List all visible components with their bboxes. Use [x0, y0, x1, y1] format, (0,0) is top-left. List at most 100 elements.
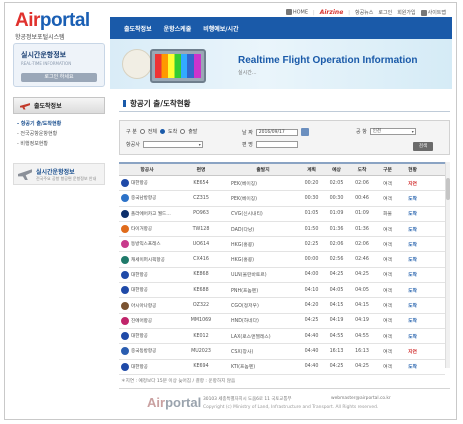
side-menu-title: 출도착정보 [34, 103, 62, 110]
table-scrollbar[interactable] [445, 162, 450, 368]
airline-logo-icon [121, 286, 129, 295]
topnav-separator: | [313, 9, 315, 16]
side-menu-header[interactable]: 출도착정보 [13, 97, 105, 114]
radio-arrival[interactable] [160, 129, 165, 134]
type-cell: 화물 [383, 212, 392, 218]
topnav-separator: | [348, 9, 350, 16]
sitemap-icon [420, 9, 427, 16]
col-header-origin: 출발지 [256, 168, 270, 173]
footer-address: 30103 세종특별자치시 도움6로 11 국토교통부 [203, 397, 292, 402]
flight-number-cell[interactable]: CZ315 [175, 191, 227, 205]
realtime-link-box[interactable]: 실시간운항정보 전국주요 공항 항공편 운항정보 안내 [13, 163, 105, 185]
type-cell: 여객 [383, 288, 392, 294]
origin-cell: HKG(홍콩) [231, 242, 255, 248]
flight-number-cell[interactable]: OZ322 [175, 298, 227, 312]
airline-cell: 대한항공 [119, 283, 175, 297]
flight-number-cell[interactable]: KE688 [175, 283, 227, 297]
main-banner: Realtime Flight Operation Information 실시… [110, 39, 452, 89]
flight-number-cell[interactable]: UO614 [175, 237, 227, 251]
side-menu-item-flight-info[interactable]: - 비행정보현황 [17, 139, 105, 149]
status-cell: 도착 [408, 273, 417, 279]
airline-logo-icon [121, 270, 129, 279]
gnb-menu-forecast[interactable]: 비행예보/시간 [203, 24, 238, 33]
side-menu-item-arrivals[interactable]: - 항공기 출/도착현황 [17, 119, 105, 129]
airline-name: 중국남방항공 [131, 196, 157, 202]
table-row: 동방익스프레스 UO614 HKG(홍콩) 02:25 02:06 02:06 여객 도착 [119, 237, 445, 253]
table-row: 대한항공 KE688 PNH(프놈펜) 04:10 04:05 04:05 여객 도착 [119, 283, 445, 299]
airline-name: 대한항공 [131, 181, 148, 187]
logo-subtitle: 항공정보포털시스템 [15, 34, 65, 41]
airplane-icon [20, 103, 30, 110]
estimated-time-cell: 04:25 [329, 272, 344, 278]
airline-cell: 중국동방항공 [119, 344, 175, 358]
status-cell: 도착 [408, 334, 417, 340]
type-cell: 여객 [383, 365, 392, 371]
origin-cell: CGO(정저우) [231, 304, 259, 310]
status-cell: 지연 [408, 181, 417, 187]
table-row: 대한항공 KE694 KTI(프놈펜) 04:40 04:25 04:25 여객 도착 [119, 360, 445, 375]
airline-cell: 대한항공 [119, 176, 175, 190]
planned-time-cell: 04:40 [304, 348, 319, 354]
scrollbar-thumb[interactable] [446, 178, 450, 200]
planned-time-cell: 04:20 [304, 303, 319, 309]
col-header-est: 예상 [332, 168, 341, 173]
airline-cell: 아시아나항공 [119, 298, 175, 312]
origin-cell: DAD(다낭) [231, 227, 255, 233]
planned-time-cell: 04:00 [304, 272, 319, 278]
type-label: 구 분 [126, 129, 137, 135]
airline-logo-icon [121, 194, 129, 203]
status-cell: 지연 [408, 349, 417, 355]
topnav-home[interactable]: HOME [285, 9, 308, 16]
table-row: 타이거항공 TW128 DAD(다낭) 01:50 01:36 01:36 여객 도착 [119, 222, 445, 238]
airline-name: 캐세이퍼시픽항공 [131, 257, 165, 263]
site-logo[interactable]: Airportal 항공정보포털시스템 [15, 11, 107, 45]
origin-cell: ULN(울란바토르) [231, 273, 267, 279]
flight-number-cell[interactable]: MM1069 [175, 314, 227, 328]
flight-input[interactable] [255, 141, 298, 148]
status-cell: 도착 [408, 227, 417, 233]
radio-departure-label: 출발 [188, 129, 198, 135]
flight-number-cell[interactable]: CX416 [175, 252, 227, 266]
flight-number-cell[interactable]: MU2023 [175, 344, 227, 358]
topnav-news[interactable]: 항공뉴스 [355, 9, 373, 16]
topnav-login[interactable]: 로그인 [378, 9, 392, 16]
flight-number-cell[interactable]: KE694 [175, 360, 227, 374]
status-cell: 도착 [408, 304, 417, 310]
table-row: 폴라에어카고 월드와이드 PO963 CVG(신시내티) 01:05 01:09 01:0… [119, 207, 445, 222]
calendar-icon[interactable] [300, 128, 309, 136]
date-input[interactable]: 2016/09/17 [255, 128, 298, 136]
planned-time-cell: 04:25 [304, 318, 319, 324]
origin-cell: KTI(프놈펜) [231, 365, 256, 371]
flight-number-cell[interactable]: PO963 [175, 207, 227, 221]
airline-logo-icon [121, 179, 129, 188]
flight-number-cell[interactable]: KE012 [175, 329, 227, 343]
status-cell: 도착 [408, 258, 417, 264]
topnav-airzine[interactable]: Airzine [320, 9, 344, 16]
status-cell: 도착 [408, 196, 417, 202]
topnav-join[interactable]: 회원가입 [397, 9, 415, 16]
footer-email[interactable]: webmaster@airportal.co.kr [331, 396, 391, 401]
airport-select[interactable]: 인천 [369, 128, 416, 135]
title-divider [119, 111, 450, 112]
gnb-menu-arrivals[interactable]: 출도착정보 [124, 24, 152, 33]
type-cell: 여객 [383, 273, 392, 279]
gnb-menu-schedule[interactable]: 운항스케줄 [164, 24, 192, 33]
side-menu-item-airports[interactable]: - 전국공항운항현황 [17, 129, 105, 139]
type-cell: 여객 [383, 349, 392, 355]
topnav-sitemap[interactable]: 사이트맵 [420, 9, 446, 16]
flight-number-cell[interactable]: KE868 [175, 268, 227, 282]
radio-all[interactable] [139, 129, 145, 134]
actual-time-cell: 04:05 [355, 287, 369, 293]
search-button[interactable]: 검색 [413, 142, 433, 151]
airline-cell: 대한항공 [119, 268, 175, 282]
type-cell: 여객 [383, 227, 392, 233]
airline-name: 아시아나항공 [131, 303, 157, 309]
flight-number-cell[interactable]: KE654 [175, 176, 227, 190]
estimated-time-cell: 00:30 [329, 195, 344, 201]
flight-number-cell[interactable]: TW128 [175, 222, 227, 236]
login-button[interactable]: 로그인 하세요 [21, 73, 97, 82]
airline-select[interactable] [142, 141, 203, 148]
airline-name: 중국동방항공 [131, 349, 157, 355]
table-row: 대한항공 KE868 ULN(울란바토르) 04:00 04:25 04:25 여객 도착 [119, 268, 445, 284]
radio-departure[interactable] [180, 129, 186, 134]
